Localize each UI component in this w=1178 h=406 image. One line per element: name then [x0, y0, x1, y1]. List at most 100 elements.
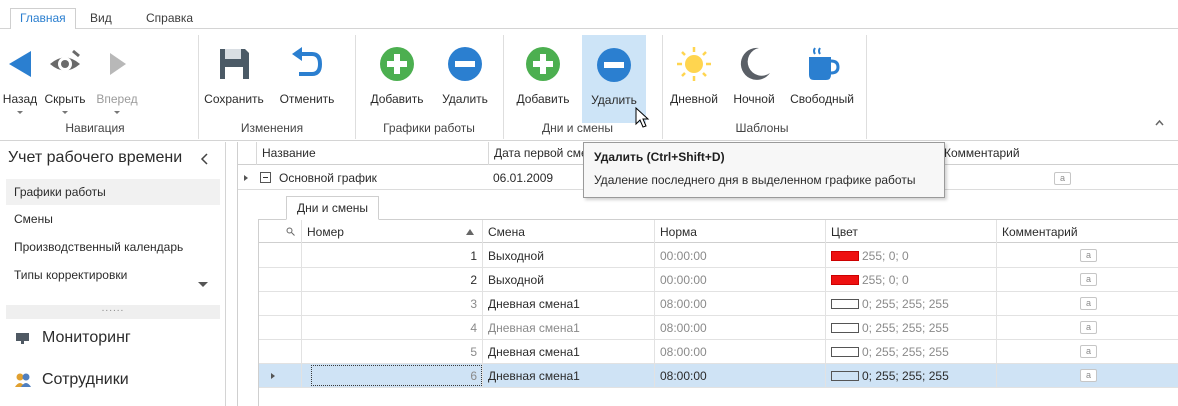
table-row[interactable]: 3 Дневная смена1 08:00:00 0; 255; 255; 2… — [259, 292, 1178, 316]
number-cell[interactable]: 5 — [301, 340, 482, 364]
plus-circle-icon — [526, 47, 560, 81]
norm-cell[interactable]: 08:00:00 — [654, 292, 825, 316]
table-row[interactable]: 1 Выходной 00:00:00 255; 0; 0 a — [259, 244, 1178, 268]
shift-cell[interactable]: Дневная смена1 — [482, 364, 654, 388]
minus-circle-icon — [597, 48, 631, 82]
arrow-left-icon — [9, 51, 31, 77]
color-swatch — [831, 323, 859, 333]
forward-button[interactable]: Вперед — [92, 35, 142, 123]
shift-cell[interactable]: Выходной — [482, 244, 654, 268]
column-header-number[interactable]: Номер — [301, 220, 482, 244]
norm-cell[interactable]: 08:00:00 — [654, 316, 825, 340]
tab-days-and-shifts[interactable]: Дни и смены — [286, 196, 380, 220]
tab-view[interactable]: Вид — [90, 9, 112, 29]
scroll-down-icon[interactable] — [198, 282, 208, 287]
hide-dropdown-arrow[interactable] — [62, 111, 68, 114]
number-cell[interactable]: 1 — [301, 244, 482, 268]
column-header-shift[interactable]: Смена — [482, 220, 654, 244]
template-night-button[interactable]: Ночной — [726, 35, 782, 123]
comment-cell[interactable]: a — [996, 316, 1178, 340]
save-button[interactable]: Сохранить — [200, 35, 268, 123]
plus-circle-icon — [380, 47, 414, 81]
first-shift-date-cell[interactable]: 06.01.2009 — [488, 166, 553, 190]
color-cell[interactable]: 0; 255; 255; 255 — [825, 340, 996, 364]
nav-item-shifts[interactable]: Смены — [6, 206, 220, 232]
eye-icon — [50, 49, 80, 71]
moon-icon — [740, 47, 770, 80]
mouse-cursor-icon — [635, 107, 650, 128]
group-label-templates: Шаблоны — [735, 121, 789, 135]
number-cell[interactable]: 3 — [301, 292, 482, 316]
nav-item-production-calendar[interactable]: Производственный календарь — [6, 234, 202, 260]
tab-home[interactable]: Главная — [10, 8, 76, 30]
back-button[interactable]: Назад — [2, 35, 38, 123]
norm-cell[interactable]: 00:00:00 — [654, 244, 825, 268]
color-swatch — [831, 275, 859, 285]
monitor-icon — [16, 333, 29, 344]
color-cell[interactable]: 0; 255; 255; 255 — [825, 316, 996, 340]
comment-memo-icon[interactable]: a — [1054, 172, 1071, 185]
comment-cell[interactable]: a — [996, 340, 1178, 364]
color-swatch — [831, 347, 859, 357]
nav-group-employees[interactable]: Сотрудники — [14, 368, 129, 392]
color-cell[interactable]: 0; 255; 255; 255 — [825, 364, 996, 388]
comment-cell[interactable]: a — [996, 292, 1178, 316]
comment-memo-icon: a — [1080, 297, 1097, 310]
row-indicator-icon — [244, 175, 248, 181]
nav-group-monitoring[interactable]: Мониторинг — [14, 326, 131, 350]
employees-icon — [15, 373, 31, 387]
nav-item-adjustment-types[interactable]: Типы корректировки — [6, 262, 186, 288]
hide-button[interactable]: Скрыть — [40, 35, 90, 123]
schedule-name-cell[interactable]: Основной график — [274, 166, 377, 190]
color-swatch — [831, 371, 859, 381]
number-cell[interactable]: 4 — [301, 316, 482, 340]
back-dropdown-arrow[interactable] — [17, 111, 23, 114]
table-row-selected[interactable]: 6 Дневная смена1 08:00:00 0; 255; 255; 2… — [259, 364, 1178, 388]
color-swatch — [831, 299, 859, 309]
column-header-comment[interactable]: Комментарий — [996, 220, 1178, 244]
column-header-name[interactable]: Название — [256, 142, 488, 165]
nav-splitter[interactable]: ...... — [6, 304, 220, 319]
collapse-ribbon-icon[interactable] — [1155, 118, 1164, 127]
collapse-row-icon[interactable] — [260, 172, 271, 183]
undo-button[interactable]: Отменить — [272, 35, 342, 123]
tab-help[interactable]: Справка — [146, 9, 193, 29]
group-separator — [355, 35, 356, 139]
add-day-button[interactable]: Добавить — [508, 35, 578, 123]
norm-cell[interactable]: 00:00:00 — [654, 268, 825, 292]
nav-item-schedules[interactable]: Графики работы — [6, 179, 220, 205]
undo-icon — [292, 47, 323, 76]
collapse-pane-icon[interactable] — [200, 153, 210, 165]
color-cell[interactable]: 255; 0; 0 — [825, 244, 996, 268]
shift-cell[interactable]: Дневная смена1 — [482, 316, 654, 340]
delete-schedule-button[interactable]: Удалить — [434, 35, 496, 123]
table-row[interactable]: 5 Дневная смена1 08:00:00 0; 255; 255; 2… — [259, 340, 1178, 364]
column-header-norm[interactable]: Норма — [654, 220, 825, 244]
shift-cell[interactable]: Дневная смена1 — [482, 340, 654, 364]
norm-cell[interactable]: 08:00:00 — [654, 340, 825, 364]
days-grid-header: Номер Смена Норма Цвет Комментарий — [259, 220, 1178, 244]
template-free-button[interactable]: Свободный — [786, 35, 858, 123]
search-icon[interactable] — [286, 227, 295, 236]
comment-cell[interactable]: a — [996, 364, 1178, 388]
column-header-color[interactable]: Цвет — [825, 220, 996, 244]
column-header-comment[interactable]: Комментарий — [938, 142, 1178, 165]
add-schedule-button[interactable]: Добавить — [362, 35, 432, 123]
norm-cell[interactable]: 08:00:00 — [654, 364, 825, 388]
comment-cell[interactable]: a — [996, 268, 1178, 292]
comment-cell[interactable]: a — [996, 244, 1178, 268]
ribbon-panel: Назад Скрыть Вперед Навигация Сохранить — [0, 29, 1178, 141]
group-label-changes: Изменения — [240, 121, 304, 135]
number-cell[interactable]: 6 — [301, 364, 482, 388]
color-cell[interactable]: 0; 255; 255; 255 — [825, 292, 996, 316]
table-row[interactable]: 4 Дневная смена1 08:00:00 0; 255; 255; 2… — [259, 316, 1178, 340]
shift-cell[interactable]: Дневная смена1 — [482, 292, 654, 316]
template-day-button[interactable]: Дневной — [666, 35, 722, 123]
days-grid: Номер Смена Норма Цвет Комментарий 1 Вых… — [258, 220, 1178, 406]
color-cell[interactable]: 255; 0; 0 — [825, 268, 996, 292]
forward-dropdown-arrow[interactable] — [114, 111, 120, 114]
table-row[interactable]: 2 Выходной 00:00:00 255; 0; 0 a — [259, 268, 1178, 292]
number-cell[interactable]: 2 — [301, 268, 482, 292]
sort-ascending-icon — [466, 229, 474, 235]
shift-cell[interactable]: Выходной — [482, 268, 654, 292]
